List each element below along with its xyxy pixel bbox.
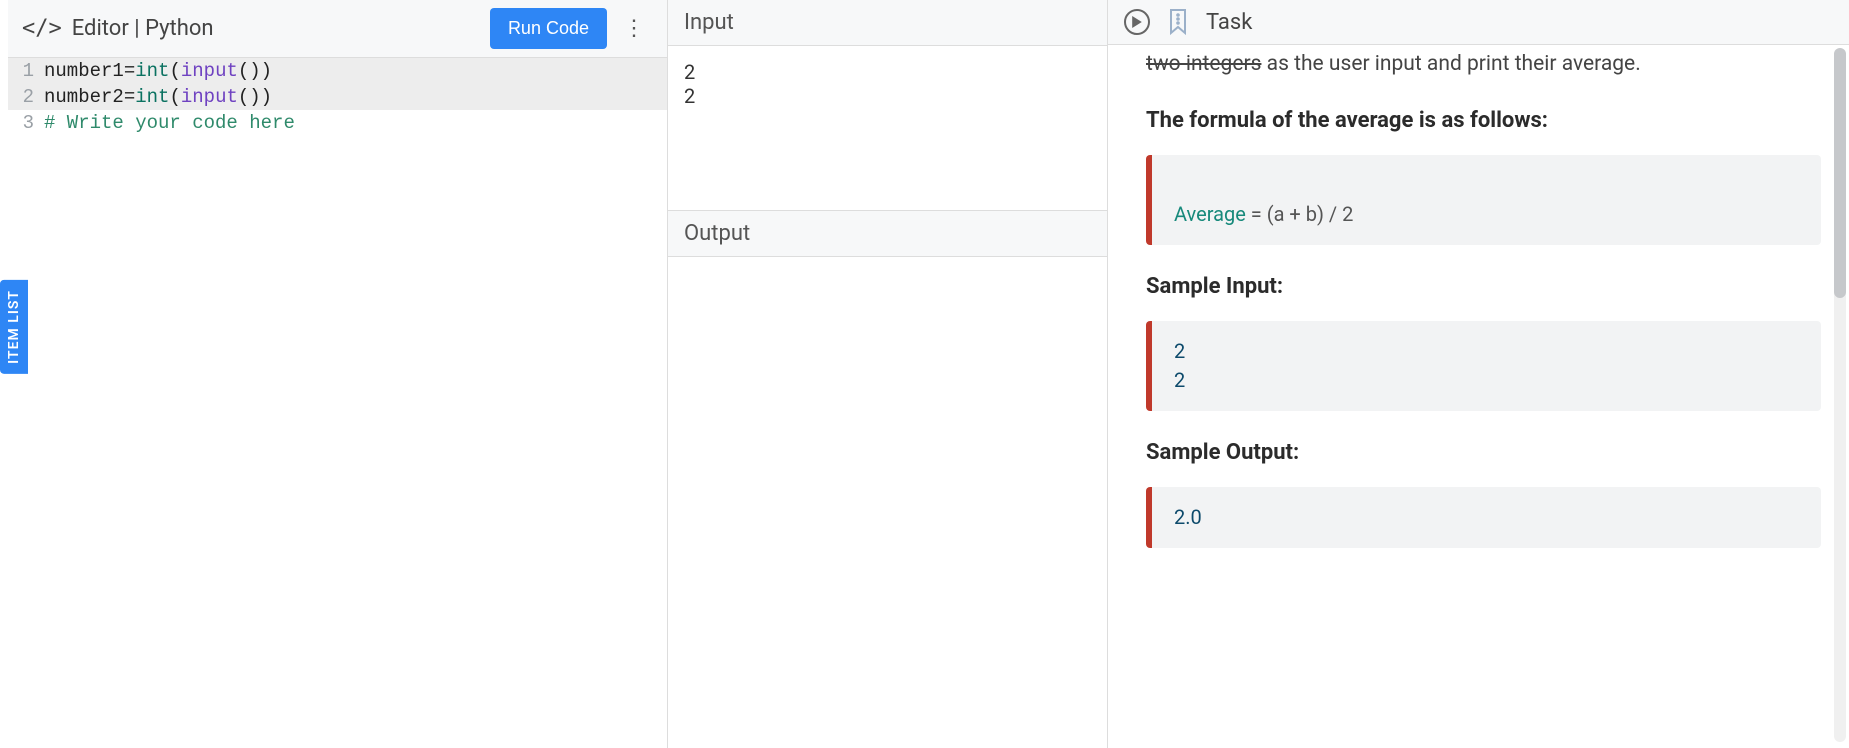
code-token: int: [135, 60, 169, 82]
sample-output-heading: Sample Output:: [1146, 437, 1821, 469]
formula-heading: The formula of the average is as follows…: [1146, 105, 1821, 137]
code-token: input: [181, 86, 238, 108]
formula-box: Average = (a + b) / 2: [1146, 155, 1821, 245]
task-intro-struck: two integers: [1146, 52, 1261, 76]
editor-title-sep: |: [129, 16, 145, 41]
sample-output-box: 2.0: [1146, 487, 1821, 548]
play-icon[interactable]: [1124, 9, 1150, 35]
formula-avg: Average: [1174, 202, 1246, 226]
code-token: number1: [44, 60, 124, 82]
sample-input-heading: Sample Input:: [1146, 271, 1821, 303]
task-column: Task two integers as the user input and …: [1108, 0, 1849, 748]
sample-input-box: 2 2: [1146, 321, 1821, 411]
line-number: 1: [8, 58, 44, 84]
formula-rest: = (a + b) / 2: [1246, 202, 1354, 226]
code-token: # Write your code here: [44, 110, 295, 136]
code-token: =: [124, 60, 135, 82]
input-block: Input 2 2: [668, 0, 1107, 210]
output-header: Output: [668, 210, 1107, 257]
code-token: (: [169, 60, 180, 82]
left-rail: ITEM LIST: [0, 0, 8, 748]
code-token: input: [181, 60, 238, 82]
code-token: =: [124, 86, 135, 108]
code-line[interactable]: 2 number2=int(input()): [8, 84, 667, 110]
task-scrollbar[interactable]: [1834, 48, 1846, 742]
code-token: number2: [44, 86, 124, 108]
editor-header: </> Editor | Python Run Code ⋮: [8, 0, 667, 58]
input-body[interactable]: 2 2: [668, 46, 1107, 210]
code-token: ()): [238, 60, 272, 82]
line-number: 2: [8, 84, 44, 110]
line-number: 3: [8, 110, 44, 136]
code-icon: </>: [22, 16, 62, 41]
editor-language: Python: [145, 16, 213, 41]
code-editor[interactable]: 1 number1=int(input()) 2 number2=int(inp…: [8, 58, 667, 748]
task-content[interactable]: two integers as the user input and print…: [1108, 45, 1849, 748]
editor-title-text: Editor | Python: [72, 16, 214, 41]
editor-title: </> Editor | Python: [22, 16, 214, 41]
task-scroll-thumb[interactable]: [1834, 48, 1846, 298]
code-token: ()): [238, 86, 272, 108]
output-block: Output: [668, 210, 1107, 748]
output-body: [668, 257, 1107, 748]
code-token: (: [169, 86, 180, 108]
code-line[interactable]: 3 # Write your code here: [8, 110, 667, 136]
task-header: Task: [1108, 0, 1849, 45]
editor-title-prefix: Editor: [72, 16, 129, 41]
kebab-menu-icon[interactable]: ⋮: [615, 12, 653, 45]
task-intro-rest: as the user input and print their averag…: [1261, 52, 1640, 76]
input-header: Input: [668, 0, 1107, 46]
code-line[interactable]: 1 number1=int(input()): [8, 58, 667, 84]
task-title: Task: [1206, 10, 1252, 35]
item-list-tab[interactable]: ITEM LIST: [0, 280, 28, 374]
task-intro-partial: two integers as the user input and print…: [1146, 49, 1821, 79]
code-token: int: [135, 86, 169, 108]
app-root: ITEM LIST </> Editor | Python Run Code ⋮…: [0, 0, 1849, 748]
editor-column: </> Editor | Python Run Code ⋮ 1 number1…: [8, 0, 668, 748]
run-code-button[interactable]: Run Code: [490, 8, 607, 49]
io-column: Input 2 2 Output: [668, 0, 1108, 748]
run-group: Run Code ⋮: [490, 8, 653, 49]
bookmark-icon[interactable]: [1168, 8, 1188, 36]
